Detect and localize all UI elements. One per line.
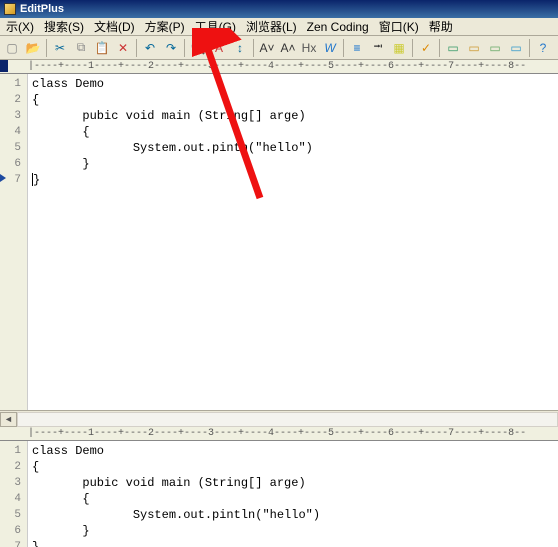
- top-editor-frame: |----+----1----+----2----+----3----+----…: [0, 60, 558, 427]
- menu-item-2[interactable]: 文档(D): [90, 17, 139, 36]
- help-icon[interactable]: ?: [533, 38, 553, 58]
- line-number: 1: [0, 76, 21, 92]
- ruler-top: |----+----1----+----2----+----3----+----…: [0, 60, 558, 74]
- toolbar-separator: [184, 39, 185, 57]
- code-line[interactable]: System.out.pint​n("hello"): [32, 140, 554, 156]
- toolbar-separator: [136, 39, 137, 57]
- menu-item-6[interactable]: Zen Coding: [303, 19, 373, 35]
- code-line[interactable]: }: [32, 539, 554, 547]
- code-area[interactable]: class Demo{ pubic void main (String[] ar…: [28, 441, 558, 547]
- code-line[interactable]: pubic void main (String[] arge): [32, 108, 554, 124]
- current-line-marker: [0, 174, 6, 182]
- toolbar: ▢📂✂⧉📋✕↶↷🔍A↕A˅A˄HxW≡⭲▦✓▭▭▭▭?: [0, 36, 558, 60]
- code-line[interactable]: class Demo: [32, 76, 554, 92]
- line-number: 5: [0, 507, 21, 523]
- replace-icon[interactable]: ↕: [230, 38, 250, 58]
- code-line[interactable]: }: [32, 156, 554, 172]
- toolbar-separator: [529, 39, 530, 57]
- title-bar: EditPlus: [0, 0, 558, 18]
- code-line[interactable]: System.out.pintln("hello"): [32, 507, 554, 523]
- word-icon[interactable]: W: [320, 38, 340, 58]
- line-number: 6: [0, 523, 21, 539]
- line-number: 2: [0, 92, 21, 108]
- line-number: 4: [0, 491, 21, 507]
- menu-item-1[interactable]: 搜索(S): [40, 17, 88, 36]
- toolbar-separator: [46, 39, 47, 57]
- code-line[interactable]: pubic void main (String[] arge): [32, 475, 554, 491]
- app-icon: [4, 3, 16, 15]
- toolbar-separator: [439, 39, 440, 57]
- scroll-left-button[interactable]: ◄: [0, 412, 17, 427]
- line-number: 5: [0, 140, 21, 156]
- line-number: 1: [0, 443, 21, 459]
- redo-icon[interactable]: ↷: [161, 38, 181, 58]
- tab-icon[interactable]: ⭲: [368, 38, 388, 58]
- line-number: 7: [0, 539, 21, 547]
- paste-icon[interactable]: 📋: [92, 38, 112, 58]
- copy-icon[interactable]: ⧉: [71, 38, 91, 58]
- line-number: 3: [0, 108, 21, 124]
- code-line[interactable]: {: [32, 491, 554, 507]
- new-icon[interactable]: ▢: [2, 38, 22, 58]
- tab-marker: [0, 60, 8, 72]
- abcd-icon[interactable]: ▦: [389, 38, 409, 58]
- toolbar-separator: [343, 39, 344, 57]
- toolbar-separator: [253, 39, 254, 57]
- line-number: 4: [0, 124, 21, 140]
- open-icon[interactable]: 📂: [23, 38, 43, 58]
- win4-icon[interactable]: ▭: [506, 38, 526, 58]
- undo-icon[interactable]: ↶: [140, 38, 160, 58]
- menu-item-0[interactable]: 示(X): [2, 17, 38, 36]
- menu-item-4[interactable]: 工具(G): [191, 17, 240, 36]
- code-line[interactable]: }: [32, 523, 554, 539]
- menu-item-7[interactable]: 窗口(K): [375, 17, 423, 36]
- wrap-icon[interactable]: ≡: [347, 38, 367, 58]
- bottom-editor-pane[interactable]: 1234567 class Demo{ pubic void main (Str…: [0, 441, 558, 547]
- bottom-editor-frame: |----+----1----+----2----+----3----+----…: [0, 427, 558, 547]
- scroll-track[interactable]: [17, 412, 558, 427]
- code-line[interactable]: {: [32, 459, 554, 475]
- horizontal-scrollbar[interactable]: ◄: [0, 410, 558, 427]
- line-number: 6: [0, 156, 21, 172]
- win3-icon[interactable]: ▭: [485, 38, 505, 58]
- menu-item-8[interactable]: 帮助: [425, 17, 457, 36]
- menu-bar: 示(X)搜索(S)文档(D)方案(P)工具(G)浏览器(L)Zen Coding…: [0, 18, 558, 36]
- hx-icon[interactable]: Hx: [299, 38, 319, 58]
- menu-item-3[interactable]: 方案(P): [141, 17, 189, 36]
- zoomin-icon[interactable]: A˄: [278, 38, 298, 58]
- line-number: 2: [0, 459, 21, 475]
- top-editor-pane[interactable]: 1234567 class Demo{ pubic void main (Str…: [0, 74, 558, 410]
- code-line[interactable]: {: [32, 92, 554, 108]
- toolbar-separator: [412, 39, 413, 57]
- delete-icon[interactable]: ✕: [113, 38, 133, 58]
- win2-icon[interactable]: ▭: [464, 38, 484, 58]
- zoomout-icon[interactable]: A˅: [257, 38, 277, 58]
- code-line[interactable]: }: [32, 172, 554, 188]
- fontcolor-a-icon[interactable]: A: [209, 38, 229, 58]
- line-number: 3: [0, 475, 21, 491]
- code-line[interactable]: class Demo: [32, 443, 554, 459]
- check-icon[interactable]: ✓: [416, 38, 436, 58]
- app-title: EditPlus: [20, 3, 64, 15]
- code-line[interactable]: {: [32, 124, 554, 140]
- line-gutter: 1234567: [0, 441, 28, 547]
- code-area[interactable]: class Demo{ pubic void main (String[] ar…: [28, 74, 558, 410]
- line-gutter: 1234567: [0, 74, 28, 410]
- cut-icon[interactable]: ✂: [50, 38, 70, 58]
- win1-icon[interactable]: ▭: [443, 38, 463, 58]
- menu-item-5[interactable]: 浏览器(L): [242, 17, 301, 36]
- ruler-bottom: |----+----1----+----2----+----3----+----…: [0, 427, 558, 441]
- search-icon[interactable]: 🔍: [188, 38, 208, 58]
